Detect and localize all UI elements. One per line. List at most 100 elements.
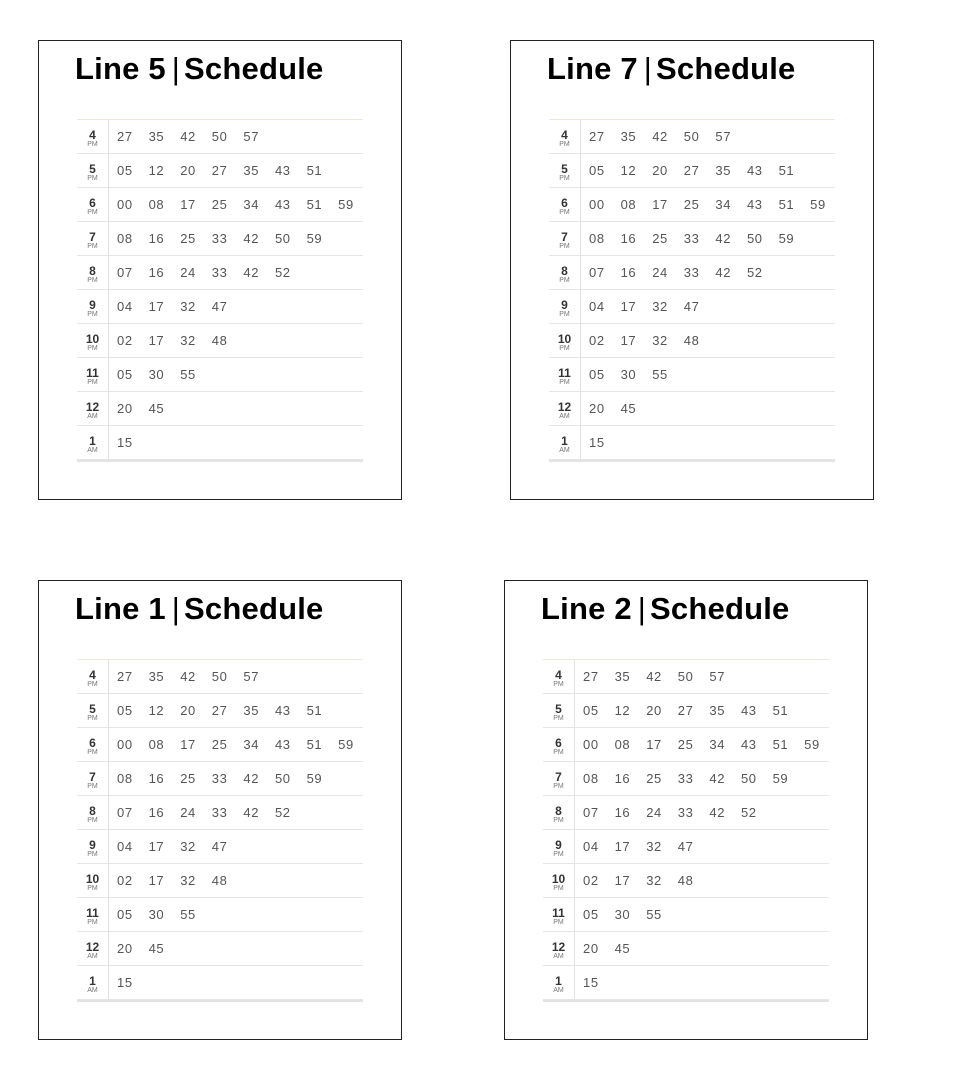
departure-minutes: 04 17 32 47 [117,290,243,323]
departure-minute: 42 [180,129,196,144]
hour-ampm: PM [87,851,98,858]
departure-minutes: 27 35 42 50 57 [117,120,275,153]
hour-cell: 6 PM [543,728,575,761]
departure-minute: 16 [614,805,631,820]
hour-number: 10 [557,332,572,346]
schedule-table: 4 PM 27 35 42 50 57 5 PM 05 12 20 27 35 43 51 6 PM 00 08 17 2… [549,119,835,462]
departure-minute: 52 [274,805,291,820]
hour-ampm: PM [87,681,98,688]
departure-minute: 05 [583,907,599,922]
departure-minutes: 02 17 32 48 [589,324,715,357]
hour-ampm: AM [87,413,98,420]
hour-cell: 4 PM [549,120,581,153]
departure-minute: 51 [772,737,789,752]
schedule-row: 10 PM 02 17 32 48 [549,324,835,358]
departure-minutes: 08 16 25 33 42 50 59 [589,222,810,255]
departure-minute: 48 [683,333,700,348]
departure-minutes: 00 08 17 25 34 43 51 59 [117,728,370,761]
departure-minute: 59 [810,197,826,212]
schedule-row: 6 PM 00 08 17 25 34 43 51 59 [77,728,363,762]
departure-minute: 43 [740,703,757,718]
hour-cell: 5 PM [77,154,109,187]
departure-minute: 05 [583,703,599,718]
departure-minute: 51 [772,703,789,718]
departure-minute: 55 [180,367,196,382]
hour-number: 9 [555,838,562,852]
departure-minute: 17 [614,873,631,888]
schedule-row: 11 PM 05 30 55 [543,898,829,932]
departure-minute: 43 [746,197,763,212]
departure-minute: 12 [614,703,631,718]
hour-ampm: PM [87,345,98,352]
hour-cell: 7 PM [549,222,581,255]
departure-minute: 32 [646,839,662,854]
schedule-panel-line-5: Line 5 | Schedule 4 PM 27 35 42 50 57 5 PM 05 12 20 27… [38,40,402,500]
departure-minute: 45 [148,941,165,956]
departure-minute: 00 [117,737,133,752]
departure-minute: 05 [589,163,605,178]
departure-minute: 45 [620,401,637,416]
departure-minute: 42 [243,771,260,786]
hour-cell: 5 PM [77,694,109,727]
departure-minute: 07 [583,805,599,820]
departure-minute: 27 [211,163,228,178]
departure-minute: 50 [740,771,757,786]
departure-minute: 08 [589,231,605,246]
schedule-row: 6 PM 00 08 17 25 34 43 51 59 [543,728,829,762]
hour-cell: 12 AM [77,932,109,965]
line-name: Line 2 [541,591,632,626]
hour-cell: 5 PM [549,154,581,187]
departure-minute: 16 [148,771,165,786]
departure-minute: 35 [614,669,631,684]
departure-minutes: 04 17 32 47 [117,830,243,863]
departure-minute: 59 [306,771,323,786]
departure-minutes: 05 30 55 [117,898,212,931]
hour-number: 1 [89,434,96,448]
hour-ampm: AM [87,953,98,960]
departure-minutes: 05 12 20 27 35 43 51 [583,694,804,727]
departure-minute: 32 [646,873,662,888]
departure-minute: 55 [646,907,662,922]
departure-minute: 07 [589,265,605,280]
departure-minute: 17 [620,333,637,348]
departure-minute: 27 [589,129,605,144]
panel-title: Line 2 | Schedule [541,591,789,627]
departure-minute: 07 [117,265,133,280]
departure-minute: 57 [709,669,726,684]
departure-minutes: 07 16 24 33 42 52 [583,796,773,829]
departure-minute: 51 [306,703,323,718]
schedule-bottom-rule [549,460,835,462]
departure-minute: 51 [778,163,795,178]
departure-minute: 27 [117,669,133,684]
hour-ampm: PM [559,277,570,284]
hour-ampm: PM [553,715,564,722]
hour-cell: 8 PM [77,796,109,829]
departure-minute: 02 [117,873,133,888]
departure-minute: 59 [338,197,354,212]
departure-minute: 50 [677,669,694,684]
departure-minute: 25 [646,771,662,786]
hour-number: 5 [89,162,96,176]
departure-minute: 55 [180,907,196,922]
hour-ampm: PM [87,817,98,824]
departure-minute: 42 [652,129,668,144]
departure-minute: 43 [274,737,291,752]
departure-minute: 42 [243,805,260,820]
departure-minute: 17 [620,299,637,314]
departure-minute: 02 [583,873,599,888]
departure-minute: 00 [589,197,605,212]
departure-minutes: 15 [117,966,149,999]
departure-minute: 16 [148,231,165,246]
schedule-row: 1 AM 15 [549,426,835,460]
hour-cell: 10 PM [549,324,581,357]
hour-number: 11 [552,906,565,920]
hour-number: 9 [89,298,96,312]
schedule-row: 9 PM 04 17 32 47 [549,290,835,324]
line-name: Line 1 [75,591,166,626]
departure-minute: 50 [274,231,291,246]
departure-minute: 17 [180,737,196,752]
schedule-row: 11 PM 05 30 55 [549,358,835,392]
departure-minute: 04 [583,839,599,854]
schedule-row: 12 AM 20 45 [543,932,829,966]
hour-ampm: PM [559,345,570,352]
